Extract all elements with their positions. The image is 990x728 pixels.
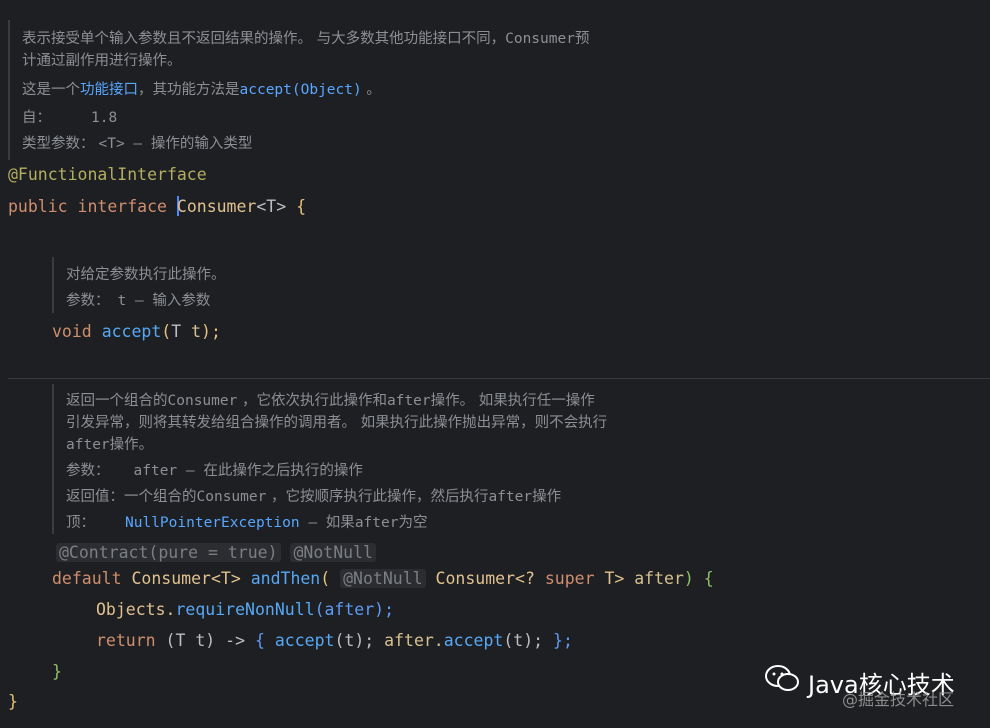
method-separator xyxy=(8,378,990,379)
interface-declaration[interactable]: public interface Consumer<T> { xyxy=(8,196,306,216)
return-line[interactable]: return (T t) -> { accept(t); after.accep… xyxy=(96,631,573,650)
javadoc-bar xyxy=(52,384,54,534)
accept-object-link[interactable]: accept(Object) xyxy=(240,82,362,98)
andthen-method-name[interactable]: andThen xyxy=(251,569,321,588)
doc-since: 自： 1.8 xyxy=(22,110,118,126)
class-name[interactable]: Consumer xyxy=(177,197,256,216)
andthen-method[interactable]: default Consumer<T> andThen( @NotNull Co… xyxy=(52,569,714,588)
doc-line: 引发异常，则将其转发给组合操作的调用者。 如果执行此操作抛出异常，则不会执行 xyxy=(66,415,608,431)
functional-interface-link[interactable]: 功能接口 xyxy=(80,82,138,98)
param-notnull-hint[interactable]: @NotNull xyxy=(340,569,426,588)
accept-javadoc: 对给定参数执行此操作。 参数： t – 输入参数 xyxy=(52,257,552,313)
class-javadoc: 表示接受单个输入参数且不返回结果的操作。 与大多数其他功能接口不同，Consum… xyxy=(8,20,708,160)
andthen-javadoc: 返回一个组合的Consumer ，它依次执行此操作和after操作。 如果执行任… xyxy=(52,384,752,534)
require-nonnull-line[interactable]: Objects.requireNonNull(after); xyxy=(96,600,394,619)
notnull-hint[interactable]: @NotNull xyxy=(290,543,376,562)
wechat-icon xyxy=(764,664,800,700)
accept-method-name[interactable]: accept xyxy=(102,322,162,341)
doc-line: after操作。 xyxy=(66,437,154,453)
doc-line: 对给定参数执行此操作。 xyxy=(66,267,226,283)
doc-returns: 返回值：一个组合的Consumer ，它按顺序执行此操作，然后执行after操作 xyxy=(66,489,562,505)
contract-hint[interactable]: @Contract(pure = true) xyxy=(56,543,281,562)
accept-method[interactable]: void accept(T t); xyxy=(52,322,221,341)
annotation-functional-interface[interactable]: @FunctionalInterface xyxy=(8,165,207,184)
doc-line: 这是一个功能接口，其功能方法是accept(Object) 。 xyxy=(22,82,381,98)
doc-line: 返回一个组合的Consumer ，它依次执行此操作和after操作。 如果执行任… xyxy=(66,393,595,409)
inferred-annotations: @Contract(pure = true) @NotNull xyxy=(56,543,376,562)
doc-params: 参数： t – 输入参数 xyxy=(66,293,211,309)
javadoc-bar xyxy=(8,20,10,160)
npe-link[interactable]: NullPointerException xyxy=(125,515,300,531)
javadoc-bar xyxy=(52,257,54,313)
doc-throws: 顶： NullPointerException – 如果after为空 xyxy=(66,515,428,531)
doc-line: 计通过副作用进行操作。 xyxy=(22,53,182,69)
method-close-brace: } xyxy=(52,662,62,681)
doc-line: 表示接受单个输入参数且不返回结果的操作。 与大多数其他功能接口不同，Consum… xyxy=(22,31,590,47)
doc-type-params: 类型参数： <T> – 操作的输入类型 xyxy=(22,136,253,152)
class-close-brace: } xyxy=(8,692,18,711)
doc-params: 参数： after – 在此操作之后执行的操作 xyxy=(66,463,363,479)
watermark-sub: @掘金技术社区 xyxy=(842,690,955,709)
